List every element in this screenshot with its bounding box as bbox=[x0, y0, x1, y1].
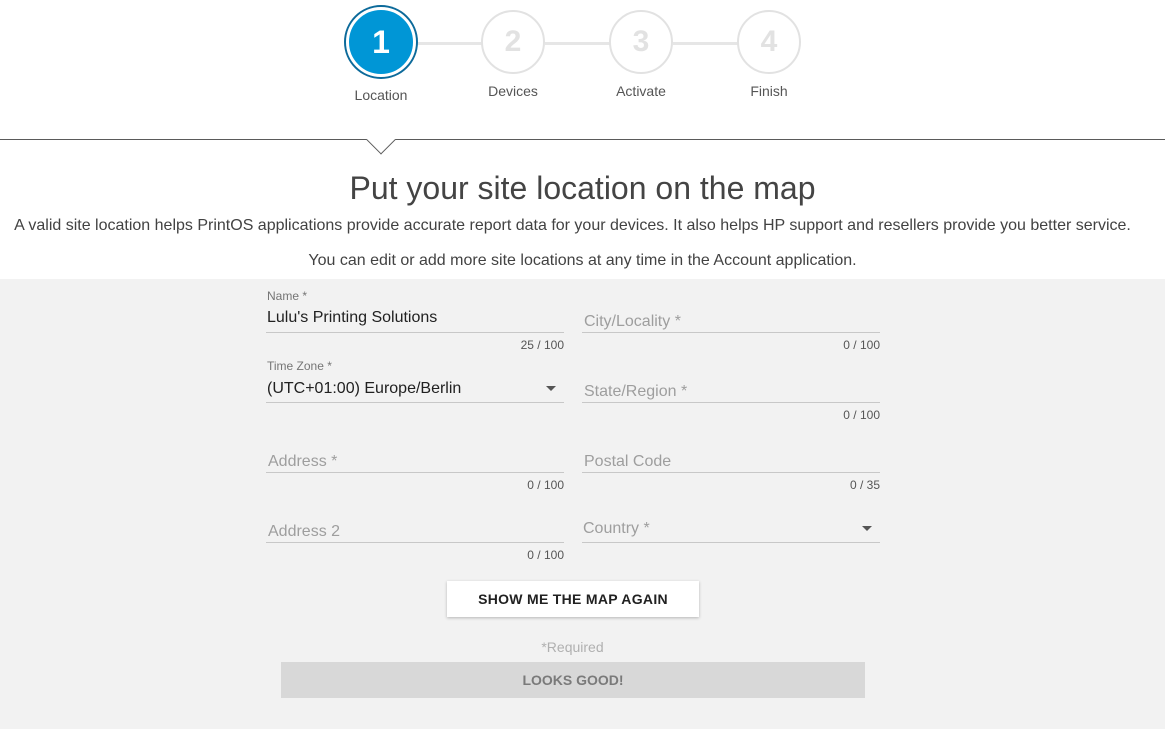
step-label: Activate bbox=[616, 83, 666, 99]
page-title: Put your site location on the map bbox=[349, 170, 816, 206]
show-map-button[interactable]: SHOW ME THE MAP AGAIN bbox=[447, 581, 699, 617]
name-field[interactable]: Name * Lulu's Printing Solutions 25 / 10… bbox=[266, 289, 564, 355]
timezone-select[interactable]: Time Zone * (UTC+01:00) Europe/Berlin bbox=[266, 359, 564, 409]
country-placeholder[interactable]: Country * bbox=[583, 520, 650, 538]
step-activate[interactable]: 3 Activate bbox=[609, 10, 673, 99]
step-connector bbox=[673, 42, 739, 45]
timezone-label: Time Zone * bbox=[267, 359, 332, 373]
setup-stepper: 1 Location 2 Devices 3 Activate 4 Finish bbox=[0, 0, 1165, 140]
page-description: A valid site location helps PrintOS appl… bbox=[14, 217, 1131, 234]
city-underline bbox=[582, 332, 880, 333]
step-number: 4 bbox=[737, 10, 801, 74]
address2-field[interactable]: Address 2 0 / 100 bbox=[266, 499, 564, 565]
state-underline bbox=[582, 402, 880, 403]
postal-code-underline bbox=[582, 472, 880, 473]
postal-code-field[interactable]: Postal Code 0 / 35 bbox=[582, 429, 880, 495]
name-counter: 25 / 100 bbox=[520, 338, 564, 352]
address2-underline bbox=[266, 542, 564, 543]
timezone-underline bbox=[266, 402, 564, 403]
country-select[interactable]: Country * bbox=[582, 499, 880, 549]
step-label: Devices bbox=[488, 83, 538, 99]
page-note: You can edit or add more site locations … bbox=[308, 252, 857, 269]
step-number: 2 bbox=[481, 10, 545, 74]
active-step-pointer bbox=[366, 139, 396, 155]
address-counter: 0 / 100 bbox=[527, 478, 564, 492]
name-underline bbox=[266, 332, 564, 333]
name-label: Name * bbox=[267, 289, 308, 303]
state-counter: 0 / 100 bbox=[843, 408, 880, 422]
step-location[interactable]: 1 Location bbox=[346, 7, 416, 103]
step-number: 3 bbox=[609, 10, 673, 74]
state-placeholder[interactable]: State/Region * bbox=[584, 383, 687, 401]
country-underline bbox=[582, 542, 880, 543]
address-field[interactable]: Address * 0 / 100 bbox=[266, 429, 564, 495]
address-underline bbox=[266, 472, 564, 473]
header-divider bbox=[0, 139, 1165, 140]
state-field[interactable]: State/Region * 0 / 100 bbox=[582, 359, 880, 425]
postal-code-placeholder[interactable]: Postal Code bbox=[584, 453, 671, 471]
step-connector bbox=[545, 42, 611, 45]
step-label: Finish bbox=[750, 83, 788, 99]
city-counter: 0 / 100 bbox=[843, 338, 880, 352]
timezone-value[interactable]: (UTC+01:00) Europe/Berlin bbox=[267, 380, 461, 398]
address-placeholder[interactable]: Address * bbox=[268, 453, 337, 471]
step-connector bbox=[413, 42, 483, 45]
address2-placeholder[interactable]: Address 2 bbox=[268, 523, 340, 541]
step-finish[interactable]: 4 Finish bbox=[737, 10, 801, 99]
city-placeholder[interactable]: City/Locality * bbox=[584, 313, 681, 331]
required-note: *Required bbox=[541, 639, 604, 655]
address2-counter: 0 / 100 bbox=[527, 548, 564, 562]
chevron-down-icon[interactable] bbox=[546, 386, 556, 391]
step-number: 1 bbox=[346, 7, 416, 77]
city-field[interactable]: City/Locality * 0 / 100 bbox=[582, 289, 880, 355]
step-devices[interactable]: 2 Devices bbox=[481, 10, 545, 99]
location-form: Name * Lulu's Printing Solutions 25 / 10… bbox=[0, 279, 1165, 729]
name-value[interactable]: Lulu's Printing Solutions bbox=[267, 309, 437, 327]
step-label: Location bbox=[354, 87, 408, 103]
chevron-down-icon[interactable] bbox=[862, 526, 872, 531]
postal-code-counter: 0 / 35 bbox=[849, 478, 880, 492]
looks-good-button[interactable]: LOOKS GOOD! bbox=[281, 662, 865, 698]
